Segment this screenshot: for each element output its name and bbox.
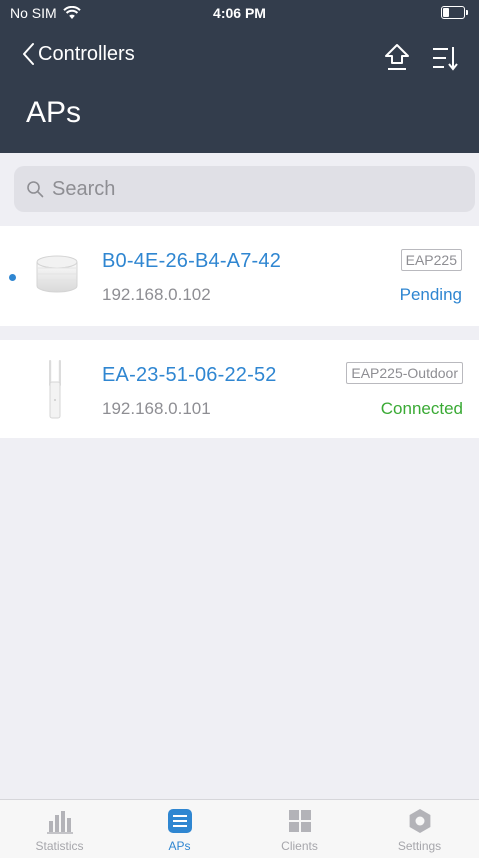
nav-bar: Controllers bbox=[0, 38, 479, 82]
status-bar: No SIM 4:06 PM bbox=[0, 0, 479, 28]
tab-label: Statistics bbox=[35, 839, 84, 853]
ap-list-item[interactable]: EA-23-51-06-22-52 192.168.0.101 EAP225-O… bbox=[0, 340, 479, 438]
ap-model-badge: EAP225 bbox=[400, 249, 462, 271]
tab-settings[interactable]: Settings bbox=[360, 800, 479, 858]
ap-status: Pending bbox=[399, 285, 462, 304]
search-bar[interactable] bbox=[14, 166, 475, 212]
tab-clients[interactable]: Clients bbox=[240, 800, 359, 858]
search-icon bbox=[27, 181, 44, 198]
bar-chart-icon bbox=[46, 811, 73, 834]
battery-icon bbox=[441, 6, 468, 19]
grid-icon bbox=[288, 810, 311, 832]
tab-label: Clients bbox=[281, 839, 318, 853]
gear-icon bbox=[409, 809, 430, 833]
ap-mac-address: EA-23-51-06-22-52 bbox=[102, 364, 277, 386]
sort-icon[interactable] bbox=[430, 43, 460, 73]
tab-label: Settings bbox=[397, 839, 442, 853]
ap-model-badge: EAP225-Outdoor bbox=[346, 362, 463, 384]
header: No SIM 4:06 PM Controllers APs bbox=[0, 0, 479, 153]
upload-icon[interactable] bbox=[382, 41, 412, 75]
outdoor-ap-icon bbox=[49, 360, 61, 419]
search-input[interactable] bbox=[50, 176, 454, 202]
tab-aps[interactable]: APs bbox=[120, 800, 239, 858]
ap-ip-address: 192.168.0.102 bbox=[102, 285, 211, 304]
list-icon bbox=[167, 809, 192, 833]
back-button[interactable]: Controllers bbox=[22, 42, 135, 66]
clock: 4:06 PM bbox=[213, 5, 266, 21]
tab-statistics[interactable]: Statistics bbox=[0, 800, 119, 858]
ap-status: Connected bbox=[380, 399, 463, 418]
tab-label: APs bbox=[168, 839, 191, 853]
new-device-indicator bbox=[9, 274, 16, 281]
ap-mac-address: B0-4E-26-B4-A7-42 bbox=[102, 250, 282, 272]
ceiling-ap-icon bbox=[36, 255, 78, 293]
chevron-left-icon bbox=[23, 43, 34, 65]
ap-list-item[interactable]: B0-4E-26-B4-A7-42 192.168.0.102 EAP225 P… bbox=[0, 226, 479, 326]
page-title: APs bbox=[26, 96, 82, 129]
tab-bar: Statistics APs Clients Settings bbox=[0, 799, 479, 858]
ap-ip-address: 192.168.0.101 bbox=[102, 399, 211, 418]
back-button-label: Controllers bbox=[38, 42, 135, 65]
